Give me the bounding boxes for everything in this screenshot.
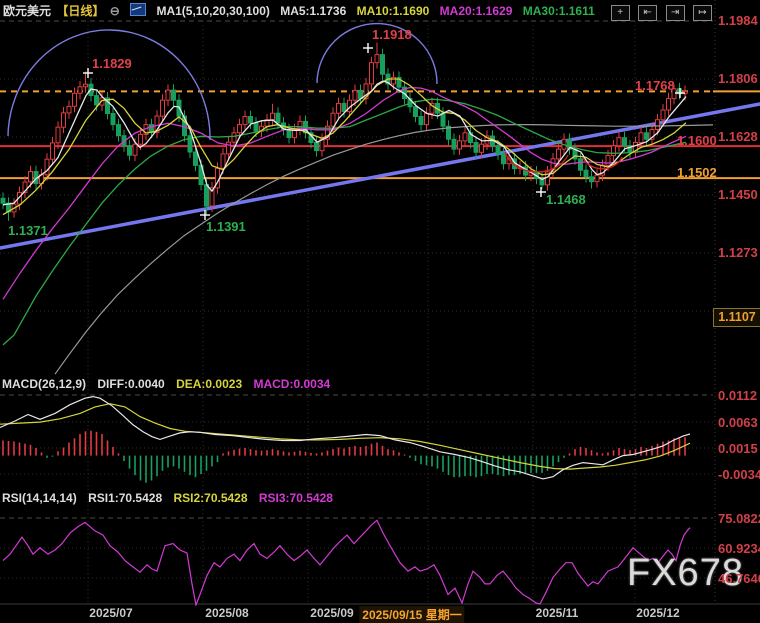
collapse-icon[interactable]: ⊖ bbox=[110, 4, 120, 18]
price-axis-label: 1.1628 bbox=[718, 129, 758, 144]
ma30-value: MA30:1.1611 bbox=[523, 4, 595, 18]
annotation-resistance: 1.1768 bbox=[635, 78, 675, 93]
macd-axis-label: -0.0034 bbox=[718, 467, 760, 482]
rsi-name: RSI(14,14,14) bbox=[2, 491, 77, 505]
rsi-pane bbox=[3, 520, 690, 605]
macd-header: MACD(26,12,9) DIFF:0.0040 DEA:0.0023 MAC… bbox=[2, 377, 338, 391]
annotation-support-1600: 1.1600 bbox=[677, 133, 717, 148]
expand-axis-icon[interactable]: ⇥ bbox=[666, 5, 685, 21]
annotation-double-bottom: 1.1468 bbox=[546, 192, 586, 207]
ma5-value: MA5:1.1736 bbox=[280, 4, 346, 18]
x-axis-label: 2025/09 bbox=[310, 606, 353, 620]
chart-canvas[interactable] bbox=[0, 0, 760, 623]
annotation-low-june: 1.1371 bbox=[8, 223, 48, 238]
macd-diff-value: DIFF:0.0040 bbox=[97, 377, 164, 391]
price-axis-label: 1.1984 bbox=[718, 13, 758, 28]
x-axis-label: 2025/11 bbox=[536, 606, 579, 620]
x-axis-label: 2025/07 bbox=[89, 606, 132, 620]
x-axis-label: 2025/08 bbox=[205, 606, 248, 620]
period-label[interactable]: 【日线】 bbox=[56, 4, 104, 18]
macd-pane bbox=[0, 397, 690, 483]
price-axis-label: 1.1450 bbox=[718, 187, 758, 202]
ma20-value: MA20:1.1629 bbox=[440, 4, 513, 18]
reset-view-icon[interactable]: ↦ bbox=[693, 5, 712, 21]
macd-axis-label: 0.0112 bbox=[718, 388, 757, 403]
chart-toolbar: + ⇤ ⇥ ↦ bbox=[607, 2, 712, 21]
x-axis-label: 2025/12 bbox=[636, 606, 679, 620]
price-marker-badge: 1.1107 bbox=[713, 308, 760, 327]
pan-icon[interactable]: + bbox=[611, 5, 630, 21]
compress-axis-icon[interactable]: ⇤ bbox=[638, 5, 657, 21]
annotation-low-august: 1.1391 bbox=[206, 219, 246, 234]
price-pane bbox=[1, 24, 713, 375]
price-axis-label: 1.1273 bbox=[718, 245, 758, 260]
x-axis-highlight-date: 2025/09/15 星期一 bbox=[359, 606, 464, 623]
chart-type-icon[interactable] bbox=[130, 3, 146, 16]
annotation-high-july: 1.1829 bbox=[92, 56, 132, 71]
annotation-high-september: 1.1918 bbox=[372, 27, 412, 42]
macd-axis-label: 0.0063 bbox=[718, 415, 758, 430]
rsi-header: RSI(14,14,14) RSI1:70.5428 RSI2:70.5428 … bbox=[2, 491, 341, 505]
annotation-support-1502: 1.1502 bbox=[677, 165, 717, 180]
macd-name: MACD(26,12,9) bbox=[2, 377, 86, 391]
price-axis-label: 1.1806 bbox=[718, 71, 758, 86]
ma-settings-label: MA1(5,10,20,30,100) bbox=[156, 4, 269, 18]
macd-axis-label: 0.0015 bbox=[718, 441, 758, 456]
chart-window: FX678 欧元美元 【日线】 ⊖ MA1(5,10,20,30,100) MA… bbox=[0, 0, 760, 623]
rsi2-value: RSI2:70.5428 bbox=[173, 491, 247, 505]
rsi1-value: RSI1:70.5428 bbox=[88, 491, 162, 505]
rsi-axis-label: 75.0822 bbox=[718, 511, 760, 526]
macd-macd-value: MACD:0.0034 bbox=[253, 377, 330, 391]
rsi-axis-label: 60.9234 bbox=[718, 541, 760, 556]
macd-dea-value: DEA:0.0023 bbox=[176, 377, 242, 391]
symbol-title: 欧元美元 bbox=[3, 4, 51, 18]
chart-header: 欧元美元 【日线】 ⊖ MA1(5,10,20,30,100) MA5:1.17… bbox=[3, 2, 602, 19]
ma10-value: MA10:1.1690 bbox=[357, 4, 430, 18]
rsi3-value: RSI3:70.5428 bbox=[259, 491, 333, 505]
rsi-axis-label: 46.7646 bbox=[718, 571, 760, 586]
